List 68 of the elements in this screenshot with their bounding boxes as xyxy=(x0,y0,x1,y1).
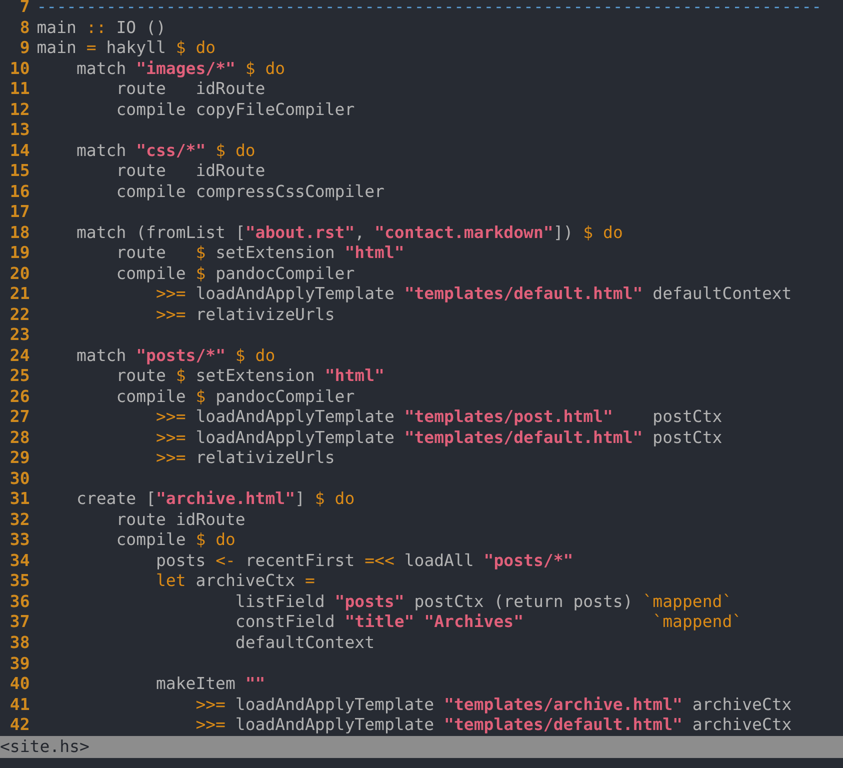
code-line: route $ setExtension "html" xyxy=(115,243,404,264)
line-number: 36 xyxy=(8,592,30,612)
line-number: 27 xyxy=(8,407,30,428)
code-line: route $ setExtension "html" xyxy=(115,366,384,387)
code-line: let archiveCtx = xyxy=(154,571,315,592)
code-line: route idRoute xyxy=(115,79,266,100)
code-line: compile copyFileCompiler xyxy=(115,100,355,120)
line-number: 12 xyxy=(8,100,30,120)
code-line: >>= loadAndApplyTemplate "templates/default.html" postCtx xyxy=(154,428,722,448)
code-line: defaultContext xyxy=(234,632,375,654)
line-number: 32 xyxy=(8,510,30,530)
line-number: 30 xyxy=(8,468,30,490)
line-number: 26 xyxy=(8,386,30,408)
code-line: main = hakyll $ do xyxy=(36,38,216,59)
line-number: 17 xyxy=(8,202,30,223)
line-number: 21 xyxy=(8,284,30,305)
line-number: 29 xyxy=(8,448,30,469)
code-line: >>= relativizeUrls xyxy=(154,304,335,326)
code-line: match "css/*" $ do xyxy=(75,140,256,162)
line-number: 35 xyxy=(8,571,30,592)
code-line: >>= loadAndApplyTemplate "templates/default.html" defaultContext xyxy=(154,284,792,305)
comment-line: ------------------------------------------------------------------------------- xyxy=(36,0,822,18)
line-number: 33 xyxy=(8,530,30,551)
line-number: 11 xyxy=(8,79,30,100)
code-line: >>= relativizeUrls xyxy=(154,448,335,469)
line-number: 34 xyxy=(8,550,30,572)
line-number: 14 xyxy=(8,140,30,162)
line-number: 40 xyxy=(8,674,30,695)
code-line: main :: IO () xyxy=(36,18,166,38)
line-number: 31 xyxy=(8,489,30,510)
code-line: compile $ pandocCompiler xyxy=(115,386,355,408)
line-number: 41 xyxy=(8,694,30,716)
code-line: compile compressCssCompiler xyxy=(115,182,384,202)
line-number: 10 xyxy=(8,58,30,80)
code-line: >>= loadAndApplyTemplate "templates/default.html" archiveCtx xyxy=(194,715,792,736)
line-number: 28 xyxy=(8,428,30,448)
line-number: 7 xyxy=(18,0,30,18)
line-number: 42 xyxy=(8,715,30,736)
line-number: 23 xyxy=(8,325,30,346)
code-line: compile $ pandocCompiler xyxy=(115,264,355,284)
code-line: constField "title" "Archives" `mappend` xyxy=(234,612,742,633)
line-number: 20 xyxy=(8,264,30,284)
line-number: 25 xyxy=(8,366,30,387)
line-number: 37 xyxy=(8,612,30,633)
code-line: >>= loadAndApplyTemplate "templates/archive.html" archiveCtx xyxy=(194,694,792,716)
status-bar: <site.hs> xyxy=(0,736,843,758)
code-line: match "posts/*" $ do xyxy=(75,346,276,366)
code-line: create ["archive.html"] $ do xyxy=(75,489,355,510)
line-number: 9 xyxy=(18,38,30,59)
line-number: 13 xyxy=(8,120,30,141)
code-line: posts <- recentFirst =<< loadAll "posts/*" xyxy=(154,550,574,572)
line-number: 8 xyxy=(18,18,30,38)
code-line: >>= loadAndApplyTemplate "templates/post.html" postCtx xyxy=(154,407,722,428)
code-line: makeItem "" xyxy=(154,674,266,695)
line-number: 39 xyxy=(8,654,30,674)
code-line: match "images/*" $ do xyxy=(75,58,286,80)
line-number: 16 xyxy=(8,182,30,202)
line-number: 15 xyxy=(8,161,30,182)
line-number: 18 xyxy=(8,222,30,244)
code-line: route idRoute xyxy=(115,510,246,530)
line-number: 22 xyxy=(8,304,30,326)
line-number: 38 xyxy=(8,632,30,654)
line-number: 19 xyxy=(8,243,30,264)
code-line: route idRoute xyxy=(115,161,266,182)
code-line: match (fromList ["about.rst", "contact.markdown"]) $ do xyxy=(75,222,623,244)
code-line: compile $ do xyxy=(115,530,236,551)
line-number: 24 xyxy=(8,346,30,366)
code-line: listField "posts" postCtx (return posts) `mappend` xyxy=(234,592,732,612)
